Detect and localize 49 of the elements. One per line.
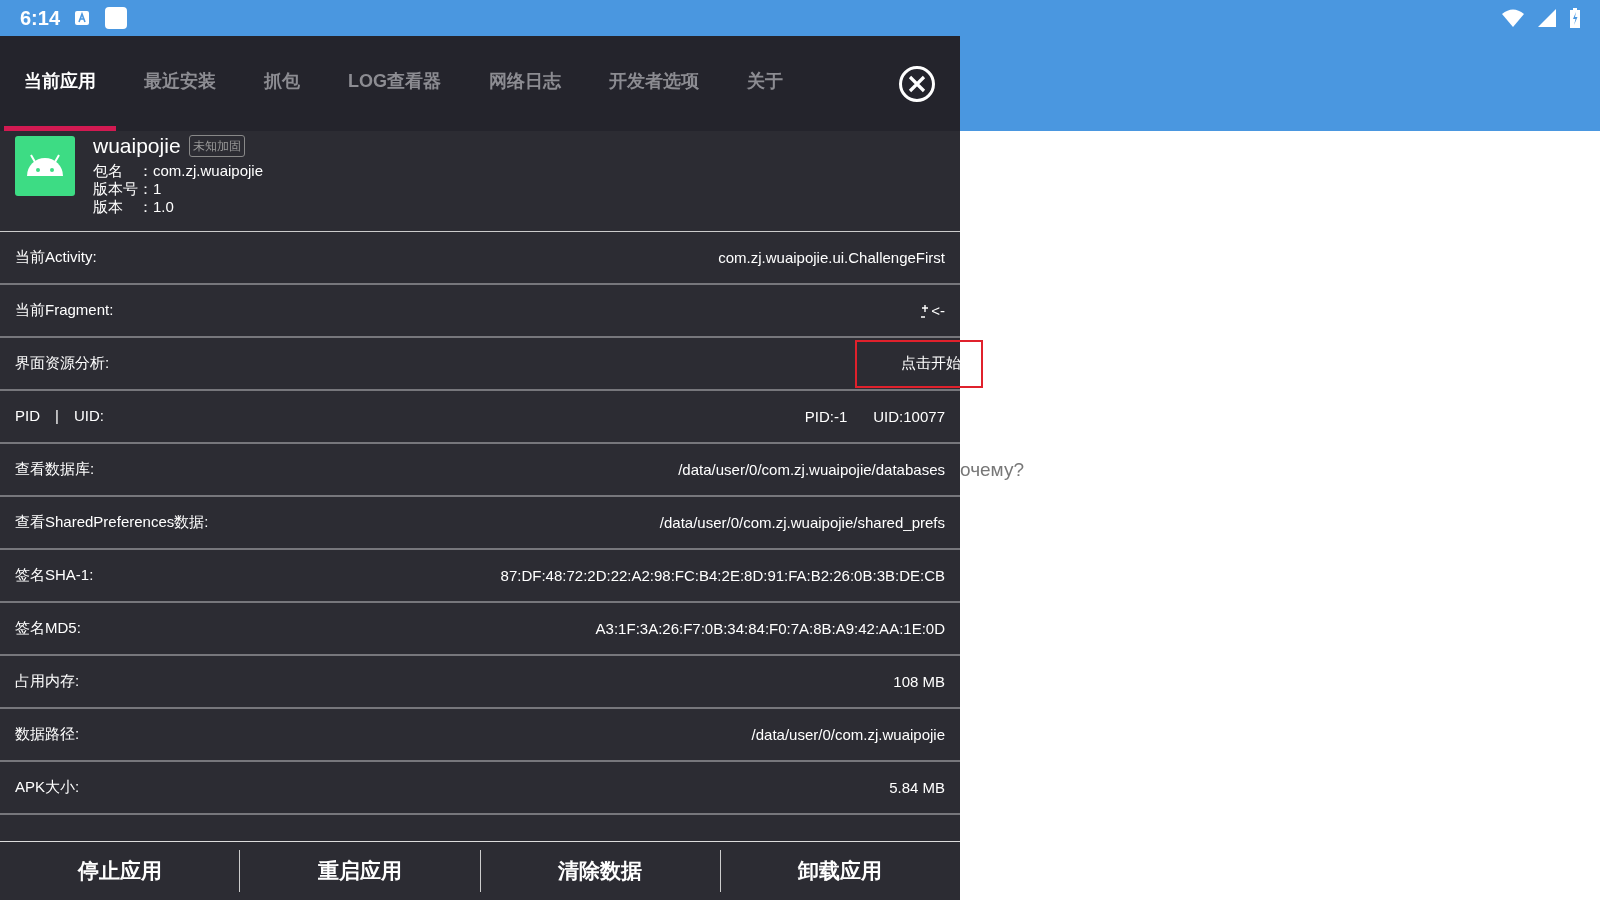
row-label: PID | UID: (15, 407, 104, 426)
row-label: 当前Activity: (15, 248, 97, 267)
row-value: /data/user/0/com.zj.wuaipojie/shared_prefs (659, 514, 945, 531)
figure-glyph-icon (921, 303, 930, 318)
row-label: 签名SHA-1: (15, 566, 94, 585)
row-label: 界面资源分析: (15, 354, 110, 373)
action-button[interactable]: 卸载应用 (719, 850, 960, 892)
row-value: /data/user/0/com.zj.wuaipojie (751, 726, 945, 743)
tab[interactable]: 关于 (727, 36, 803, 131)
action-button[interactable]: 重启应用 (239, 850, 480, 892)
row-label: 数据路径: (15, 725, 80, 744)
square-notification-icon (104, 6, 129, 30)
background-text: очему? (960, 459, 1025, 481)
row-value: 5.84 MB (889, 779, 945, 796)
signal-icon (1538, 9, 1556, 27)
row-value: /data/user/0/com.zj.wuaipojie/databases (678, 461, 945, 478)
android-app-icon (15, 136, 75, 196)
row-label: 签名MD5: (15, 619, 81, 638)
app-detail: 版本号：1 (93, 180, 163, 198)
row-value: 108 MB (893, 673, 945, 690)
tab[interactable]: LOG查看器 (328, 36, 461, 131)
row-label: APK大小: (15, 778, 80, 797)
app-detail: 包名 ：com.zj.wuaipojie (93, 162, 264, 180)
row-value: <- (931, 302, 945, 319)
row-value: PID:-1 (804, 408, 848, 425)
tab[interactable]: 网络日志 (469, 36, 581, 131)
row-value: 87:DF:48:72:2D:22:A2:98:FC:B4:2E:8D:91:FA:B2:26:0B:3B:DE:CB (500, 567, 945, 584)
action-button[interactable]: 清除数据 (479, 850, 720, 892)
wifi-icon (1502, 9, 1524, 27)
start-analysis-button[interactable]: 点击开始 (855, 339, 983, 388)
battery-charging-icon (1570, 8, 1580, 28)
tab[interactable]: 抓包 (244, 36, 320, 131)
app-name: wuaipojie (93, 133, 181, 159)
protection-badge: 未知加固 (188, 135, 245, 157)
row-label: 占用内存: (15, 672, 80, 691)
action-button[interactable]: 停止应用 (0, 850, 240, 892)
row-value: A3:1F:3A:26:F7:0B:34:84:F0:7A:8B:A9:42:AA:1E:0D (595, 620, 945, 637)
clock: 6:14 (20, 6, 61, 30)
tab[interactable]: 当前应用 (4, 36, 116, 131)
close-icon[interactable] (898, 65, 936, 103)
app-detail: 版本 ：1.0 (93, 198, 175, 216)
row-label: 当前Fragment: (15, 301, 114, 320)
row-label: 查看SharedPreferences数据: (15, 513, 209, 532)
row-label: 查看数据库: (15, 460, 95, 479)
keyboard-notification-icon (74, 10, 91, 26)
row-value: UID:10077 (873, 408, 945, 425)
tab[interactable]: 最近安装 (124, 36, 236, 131)
tab[interactable]: 开发者选项 (589, 36, 719, 131)
row-value: com.zj.wuaipojie.ui.ChallengeFirst (718, 249, 945, 266)
